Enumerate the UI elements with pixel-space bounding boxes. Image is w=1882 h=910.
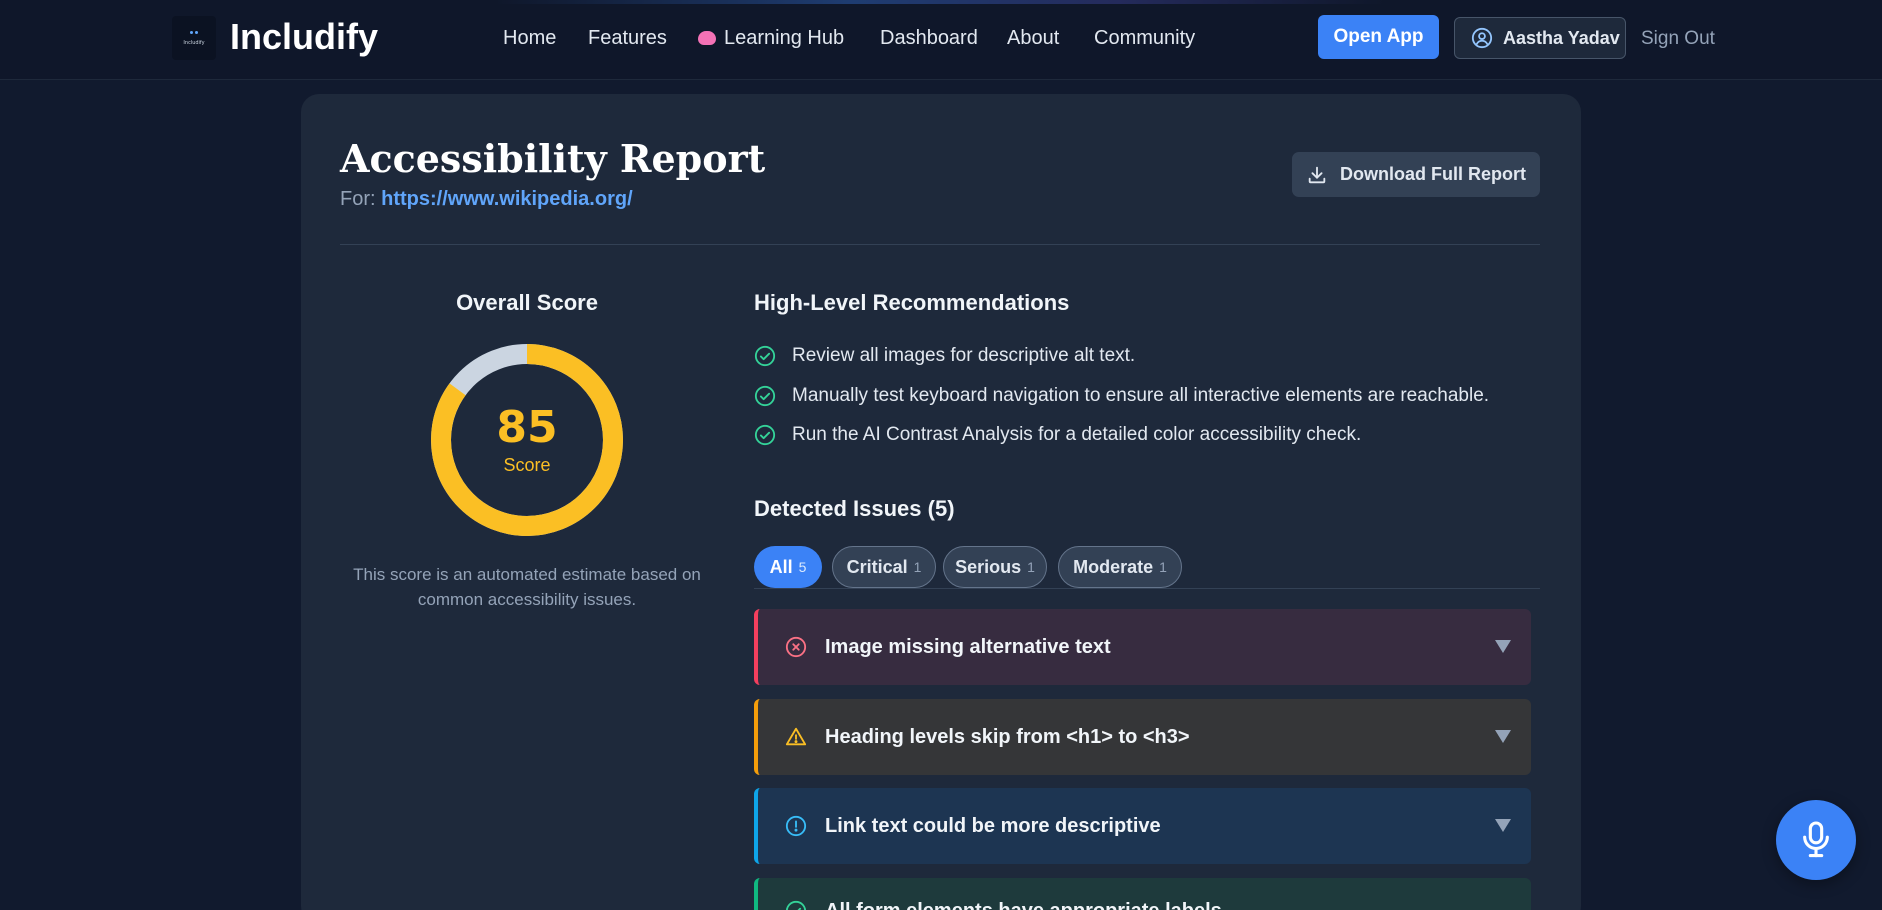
microphone-icon <box>1803 821 1829 858</box>
nav-home[interactable]: Home <box>503 27 556 50</box>
logo-icon <box>189 30 199 39</box>
nav-community[interactable]: Community <box>1094 27 1195 50</box>
voice-assistant-button[interactable] <box>1776 800 1856 880</box>
chevron-down-icon[interactable] <box>1495 640 1511 653</box>
filter-count: 1 <box>913 559 922 575</box>
header-divider <box>340 244 1540 245</box>
score-value: 85 <box>496 402 558 453</box>
issue-title: Heading levels skip from <h1> to <h3> <box>825 725 1190 748</box>
issue-title: All form elements have appropriate label… <box>825 900 1222 910</box>
x-circle-icon <box>785 636 807 658</box>
download-icon <box>1308 166 1326 183</box>
info-circle-icon <box>785 815 807 837</box>
filter-count: 5 <box>798 559 807 575</box>
filter-all[interactable]: All 5 <box>754 546 822 588</box>
report-url-link[interactable]: https://www.wikipedia.org/ <box>381 188 633 210</box>
for-label: For: <box>340 188 376 210</box>
filter-label: Critical <box>846 556 908 577</box>
issue-serious[interactable]: Heading levels skip from <h1> to <h3> <box>754 699 1531 775</box>
chevron-down-icon[interactable] <box>1495 819 1511 832</box>
detected-issues-title: Detected Issues (5) <box>754 496 955 521</box>
logo-small-text: Includify <box>183 39 205 46</box>
filter-moderate[interactable]: Moderate 1 <box>1058 546 1182 588</box>
filter-critical[interactable]: Critical 1 <box>832 546 936 588</box>
nav-about[interactable]: About <box>1007 27 1059 50</box>
filter-label: Serious <box>955 556 1022 577</box>
user-circle-icon <box>1471 27 1493 49</box>
page-title: Accessibility Report <box>340 136 766 181</box>
check-circle-icon <box>754 424 776 446</box>
sign-out-link[interactable]: Sign Out <box>1641 28 1715 50</box>
overall-score-title: Overall Score <box>456 290 598 315</box>
user-profile-button[interactable]: Aastha Yadav <box>1454 17 1626 59</box>
issue-title: Link text could be more descriptive <box>825 814 1161 837</box>
brain-icon <box>698 31 716 45</box>
filter-count: 1 <box>1159 559 1167 575</box>
recommendation-item: Run the AI Contrast Analysis for a detai… <box>754 422 1361 448</box>
check-circle-icon <box>785 900 807 910</box>
brand-name[interactable]: Includify <box>230 16 378 58</box>
check-circle-icon <box>754 345 776 367</box>
nav-dashboard[interactable]: Dashboard <box>880 27 978 50</box>
report-target: For: https://www.wikipedia.org/ <box>340 188 633 211</box>
recommendation-item: Manually test keyboard navigation to ens… <box>754 383 1489 409</box>
nav-learning-hub[interactable]: Learning Hub <box>698 27 844 50</box>
nav-features[interactable]: Features <box>588 27 667 50</box>
score-label: Score <box>503 455 551 475</box>
filter-label: All <box>769 556 793 577</box>
download-report-label: Download Full Report <box>1340 164 1526 184</box>
recommendation-text: Manually test keyboard navigation to ens… <box>792 385 1490 406</box>
filter-serious[interactable]: Serious 1 <box>943 546 1047 588</box>
issue-pass[interactable]: All form elements have appropriate label… <box>754 878 1531 910</box>
recommendation-text: Run the AI Contrast Analysis for a detai… <box>792 424 1362 445</box>
filter-label: Moderate <box>1073 556 1154 577</box>
open-app-button[interactable]: Open App <box>1318 15 1439 59</box>
filter-count: 1 <box>1027 559 1035 575</box>
nav-learning-hub-label: Learning Hub <box>724 27 845 49</box>
recommendations-title: High-Level Recommendations <box>754 290 1070 315</box>
issue-critical[interactable]: Image missing alternative text <box>754 609 1531 685</box>
download-report-button[interactable]: Download Full Report <box>1292 152 1540 197</box>
recommendation-text: Review all images for descriptive alt te… <box>792 345 1136 366</box>
issue-moderate[interactable]: Link text could be more descriptive <box>754 788 1531 864</box>
user-name: Aastha Yadav <box>1503 27 1620 48</box>
score-note: This score is an automated estimate base… <box>353 565 701 609</box>
filter-divider <box>754 588 1540 589</box>
issue-title: Image missing alternative text <box>825 635 1111 658</box>
logo[interactable]: Includify <box>172 16 216 60</box>
warning-icon <box>785 727 807 746</box>
chevron-down-icon[interactable] <box>1495 730 1511 743</box>
header-glow <box>495 0 1385 4</box>
check-circle-icon <box>754 385 776 407</box>
recommendation-item: Review all images for descriptive alt te… <box>754 343 1135 369</box>
